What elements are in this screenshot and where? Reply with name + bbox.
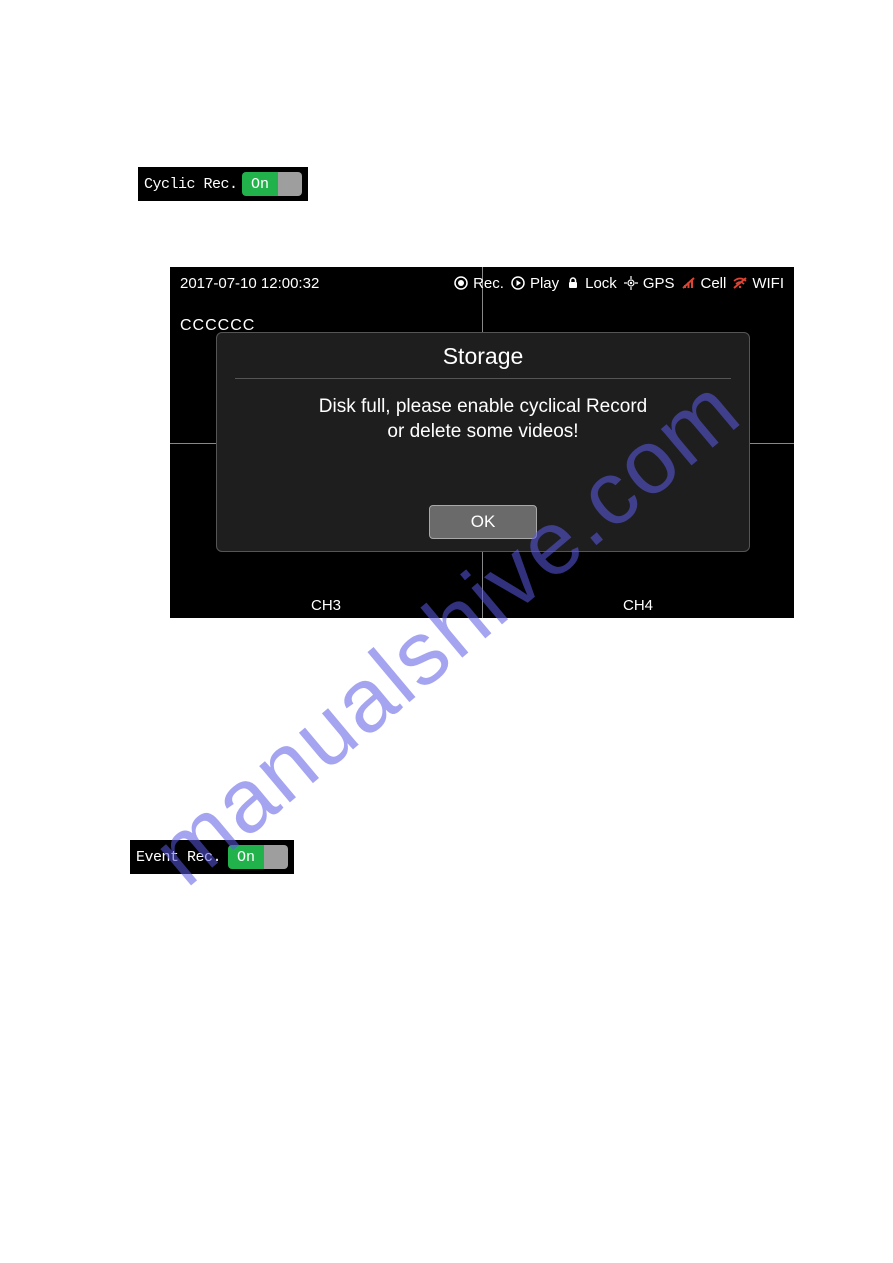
cell-label: Cell [701, 275, 727, 292]
lock-indicator[interactable]: Lock [565, 275, 617, 292]
wifi-indicator[interactable]: WIFI [732, 275, 784, 292]
cyclic-rec-toggle-state: On [242, 172, 278, 196]
ok-button[interactable]: OK [429, 505, 537, 539]
cell-indicator[interactable]: Cell [681, 275, 727, 292]
play-label: Play [530, 275, 559, 292]
lock-label: Lock [585, 275, 617, 292]
event-rec-toggle-row: Event Rec. On [130, 840, 294, 874]
rec-indicator[interactable]: Rec. [453, 275, 504, 292]
gps-indicator[interactable]: GPS [623, 275, 675, 292]
dvr-screen: 2017-07-10 12:00:32 Rec. Play Lock GPS [170, 267, 794, 618]
gps-icon [623, 275, 639, 291]
dialog-message: Disk full, please enable cyclical Record… [319, 379, 647, 505]
channel-3-label: CH3 [311, 597, 341, 614]
cyclic-rec-toggle-row: Cyclic Rec. On [138, 167, 308, 201]
record-icon [453, 275, 469, 291]
event-rec-label: Event Rec. [136, 849, 228, 866]
event-rec-toggle-state: On [228, 845, 264, 869]
wifi-label: WIFI [752, 275, 784, 292]
rec-label: Rec. [473, 275, 504, 292]
wifi-off-icon [732, 275, 748, 291]
dialog-message-line2: or delete some videos! [387, 420, 578, 445]
toggle-knob [264, 845, 288, 869]
cell-signal-off-icon [681, 275, 697, 291]
lock-icon [565, 275, 581, 291]
dialog-message-line1: Disk full, please enable cyclical Record [319, 395, 647, 420]
channel-4-label: CH4 [623, 597, 653, 614]
play-indicator[interactable]: Play [510, 275, 559, 292]
play-icon [510, 275, 526, 291]
event-rec-toggle[interactable]: On [228, 845, 288, 869]
dialog-title: Storage [235, 343, 731, 379]
timestamp: 2017-07-10 12:00:32 [180, 275, 319, 292]
gps-label: GPS [643, 275, 675, 292]
toggle-knob [278, 172, 302, 196]
cyclic-rec-toggle[interactable]: On [242, 172, 302, 196]
top-status-bar: 2017-07-10 12:00:32 Rec. Play Lock GPS [170, 267, 794, 299]
storage-dialog: Storage Disk full, please enable cyclica… [216, 332, 750, 552]
cyclic-rec-label: Cyclic Rec. [144, 176, 242, 193]
